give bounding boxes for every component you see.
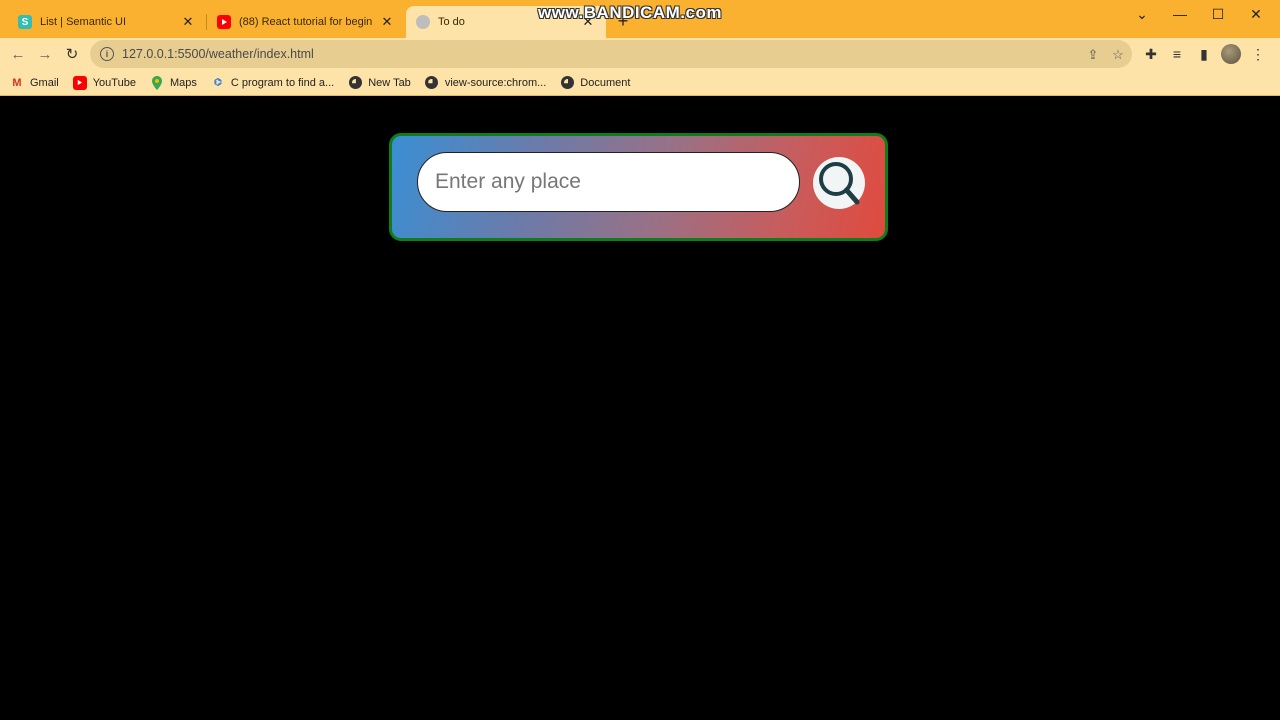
tab-search-icon[interactable]: ⌄ <box>1124 3 1160 25</box>
page-content <box>0 97 1280 720</box>
search-button[interactable] <box>813 157 865 209</box>
gmail-icon: M <box>12 76 22 89</box>
bookmark-view-source[interactable]: view-source:chrom... <box>425 76 546 90</box>
close-window-button[interactable]: ✕ <box>1238 3 1274 25</box>
share-icon[interactable]: ⇪ <box>1084 46 1102 64</box>
tab-close-icon[interactable]: ✕ <box>180 14 196 30</box>
tab-title: List | Semantic UI <box>40 16 126 28</box>
bookmark-maps[interactable]: Maps <box>150 75 197 90</box>
media-control-icon[interactable]: ≡ <box>1166 43 1188 65</box>
semantic-ui-icon: S <box>18 15 32 29</box>
globe-icon <box>348 76 362 90</box>
bookmark-youtube[interactable]: YouTube <box>72 75 136 90</box>
youtube-icon <box>72 75 87 90</box>
bookmark-gmail[interactable]: M Gmail <box>10 76 58 90</box>
tab-semantic-ui[interactable]: S List | Semantic UI ✕ <box>8 6 206 38</box>
url-text[interactable]: 127.0.0.1:5500/weather/index.html <box>122 47 314 61</box>
bookmark-star-icon[interactable]: ☆ <box>1109 46 1127 64</box>
more-menu-icon[interactable]: ⋮ <box>1247 43 1269 65</box>
tab-title: (88) React tutorial for beginners <box>239 16 373 28</box>
site-info-icon[interactable]: i <box>100 47 114 61</box>
search-card <box>389 133 888 241</box>
profile-avatar[interactable] <box>1221 44 1241 64</box>
site-icon: ⌬ <box>213 77 222 87</box>
reload-button[interactable]: ↻ <box>60 42 84 66</box>
globe-icon <box>416 15 430 29</box>
address-bar[interactable]: i 127.0.0.1:5500/weather/index.html ⇪ ☆ <box>90 40 1132 68</box>
bookmark-c-program[interactable]: ⌬ C program to find a... <box>211 76 334 90</box>
youtube-icon <box>217 15 231 29</box>
tab-youtube[interactable]: (88) React tutorial for beginners ✕ <box>207 6 405 38</box>
search-icon <box>819 162 860 205</box>
search-input[interactable] <box>417 152 800 212</box>
globe-icon <box>425 76 439 90</box>
bookmarks-bar: M Gmail YouTube Maps ⌬ C program to find… <box>0 70 1280 96</box>
bandicam-watermark: www.BANDICAM.com <box>538 3 722 22</box>
tab-strip: S List | Semantic UI ✕ (88) React tutori… <box>0 0 1280 38</box>
side-panel-icon[interactable]: ▮ <box>1193 43 1215 65</box>
extensions-icon[interactable]: ✚ <box>1140 43 1162 65</box>
browser-toolbar: ← → ↻ i 127.0.0.1:5500/weather/index.htm… <box>0 38 1280 70</box>
minimize-button[interactable]: — <box>1162 3 1198 25</box>
maps-icon <box>150 75 164 90</box>
maximize-button[interactable]: ☐ <box>1200 3 1236 25</box>
forward-button[interactable]: → <box>33 42 57 66</box>
bookmark-new-tab[interactable]: New Tab <box>348 76 411 90</box>
globe-icon <box>560 76 574 90</box>
tab-close-icon[interactable]: ✕ <box>379 14 395 30</box>
bookmark-document[interactable]: Document <box>560 76 630 90</box>
back-button[interactable]: ← <box>6 42 30 66</box>
